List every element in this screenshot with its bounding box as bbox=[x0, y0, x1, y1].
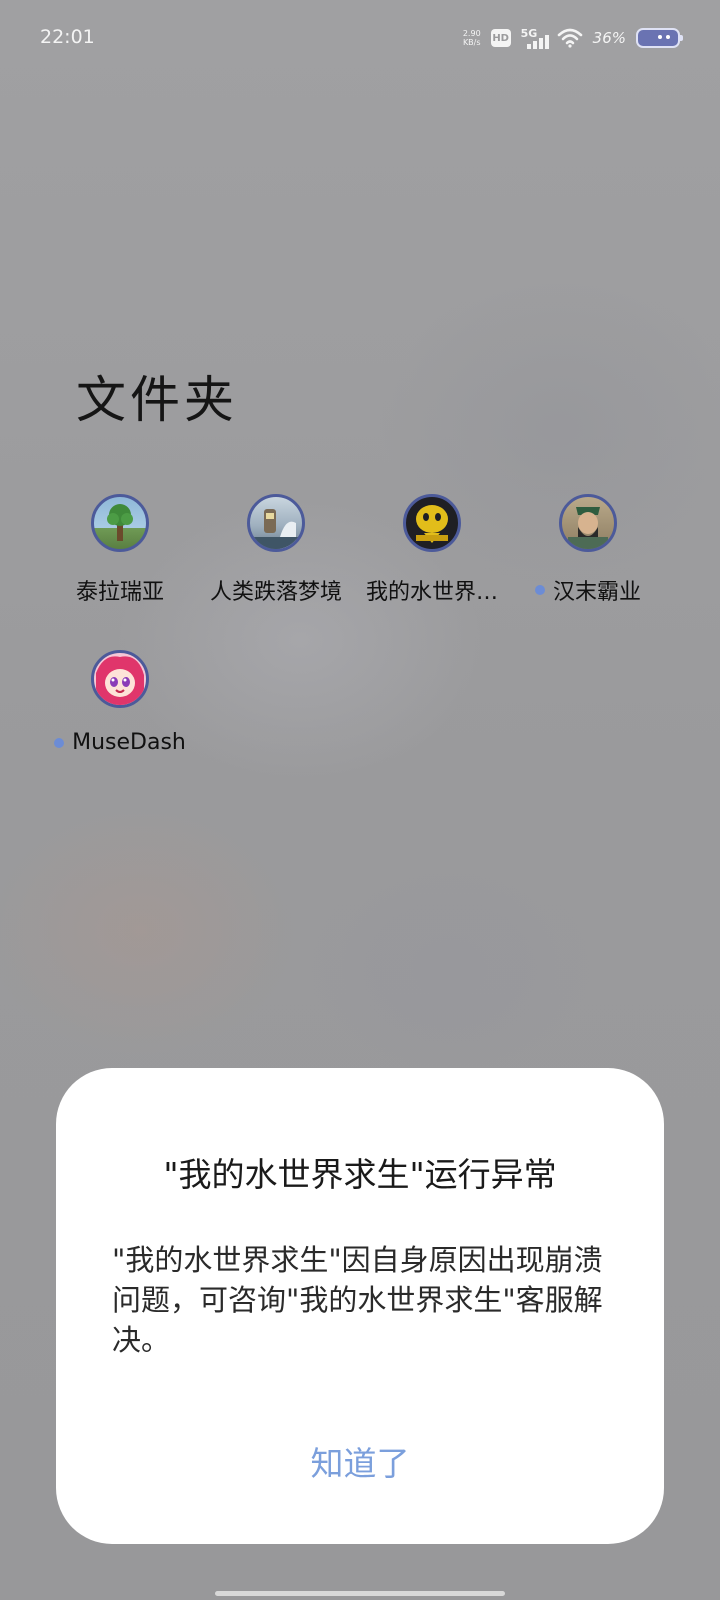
app-label-terraria: 泰拉瑞亚 bbox=[75, 580, 164, 605]
status-time: 22:01 bbox=[40, 26, 95, 48]
water-world-survival-icon bbox=[403, 494, 461, 552]
app-label-human-fall-flat: 人类跌落梦境 bbox=[209, 580, 342, 605]
app-terraria[interactable]: 泰拉瑞亚 bbox=[40, 494, 200, 606]
new-install-dot bbox=[534, 585, 545, 595]
dialog-title: "我的水世界求生"运行异常 bbox=[163, 1155, 557, 1194]
app-water-world-survival[interactable]: 我的水世界… bbox=[352, 494, 512, 606]
hd-icon: HD bbox=[490, 29, 511, 47]
network-speed: 2.90 KB/s bbox=[463, 29, 481, 47]
app-human-fall-flat[interactable]: 人类跌落梦境 bbox=[196, 494, 356, 606]
network-speed-unit: KB/s bbox=[462, 38, 481, 47]
home-indicator[interactable] bbox=[215, 1591, 505, 1596]
new-install-dot bbox=[54, 737, 65, 748]
cellular-signal-icon: 5G bbox=[521, 27, 549, 49]
app-crash-dialog: "我的水世界求生"运行异常 "我的水世界求生"因自身原因出现崩溃问题，可咨询"我… bbox=[56, 1068, 664, 1544]
app-label-muse-dash: MuseDash bbox=[72, 730, 186, 755]
network-speed-value: 2.90 bbox=[462, 29, 481, 38]
human-fall-flat-icon bbox=[247, 494, 305, 552]
han-dynasty-general-icon bbox=[559, 494, 617, 552]
battery-percent: 36% bbox=[592, 29, 626, 47]
app-han-mo-ba-ye[interactable]: 汉末霸业 bbox=[508, 494, 668, 606]
app-muse-dash[interactable]: MuseDash bbox=[40, 650, 200, 755]
dialog-message: "我的水世界求生"因自身原因出现崩溃问题，可咨询"我的水世界求生"客服解决。 bbox=[112, 1243, 603, 1357]
muse-dash-girl-icon bbox=[91, 650, 149, 708]
folder-title: 文件夹 bbox=[76, 371, 238, 429]
terraria-tree-icon bbox=[91, 494, 149, 552]
battery-icon bbox=[636, 28, 683, 48]
app-label-han-mo-ba-ye: 汉末霸业 bbox=[552, 580, 641, 605]
acknowledge-button[interactable]: 知道了 bbox=[56, 1434, 664, 1494]
status-bar: 22:01 2.90 KB/s HD 5G 36% bbox=[0, 0, 720, 78]
status-icons: 2.90 KB/s HD 5G 36% bbox=[463, 24, 683, 52]
app-label-water-world-survival: 我的水世界… bbox=[365, 580, 498, 605]
wifi-icon bbox=[557, 28, 582, 48]
